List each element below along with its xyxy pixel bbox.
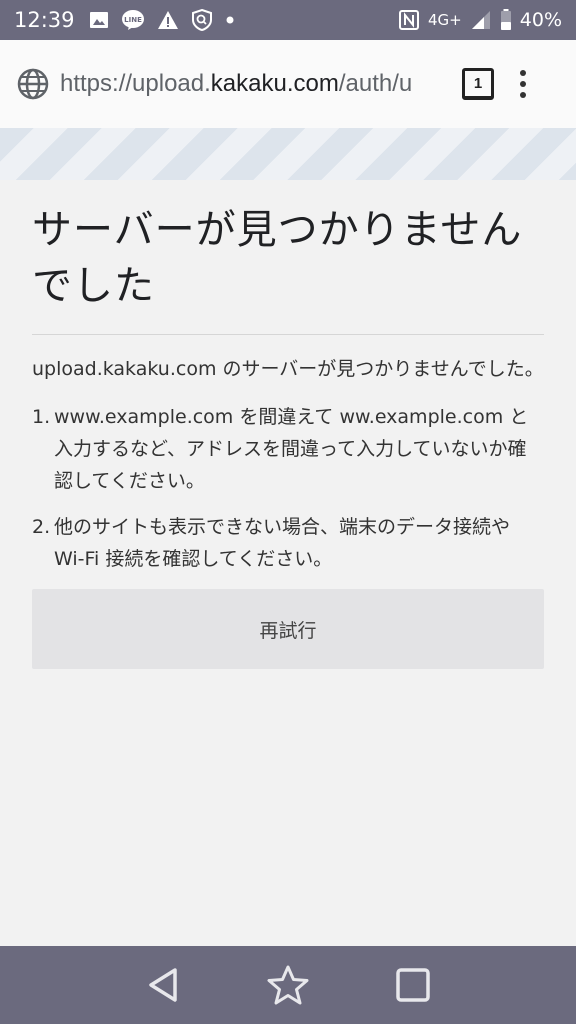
image-icon xyxy=(89,10,109,30)
suggestion-item: 1. www.example.com を間違えて ww.example.com … xyxy=(32,401,544,497)
nfc-icon xyxy=(398,9,420,31)
status-bar: 12:39 LINE 4G+ 40% xyxy=(0,0,576,40)
retry-button[interactable]: 再試行 xyxy=(32,589,544,669)
warning-icon xyxy=(157,10,179,30)
signal-icon xyxy=(470,10,492,30)
error-content: サーバーが見つかりませんでした upload.kakaku.com のサーバーが… xyxy=(0,180,576,669)
back-icon[interactable] xyxy=(133,955,193,1015)
divider xyxy=(32,334,544,335)
url-field[interactable]: https://upload.kakaku.com/auth/u xyxy=(60,70,442,98)
url-suffix: /auth/u xyxy=(338,70,413,97)
tab-count: 1 xyxy=(473,75,483,92)
suggestion-text: 他のサイトも表示できない場合、端末のデータ接続や Wi-Fi 接続を確認してくだ… xyxy=(54,516,511,570)
error-title: サーバーが見つかりませんでした xyxy=(32,207,523,309)
suggestion-item: 2. 他のサイトも表示できない場合、端末のデータ接続や Wi-Fi 接続を確認し… xyxy=(32,511,544,575)
url-domain: kakaku.com xyxy=(210,70,339,97)
line-icon: LINE xyxy=(121,9,145,31)
stripe-banner xyxy=(0,128,576,180)
svg-text:LINE: LINE xyxy=(124,16,142,24)
battery-level: 40% xyxy=(519,9,562,31)
url-prefix: https://upload. xyxy=(60,70,211,97)
battery-icon xyxy=(500,9,512,31)
network-type: 4G+ xyxy=(428,11,462,29)
notification-icons: LINE xyxy=(89,9,235,31)
globe-icon[interactable] xyxy=(16,67,50,101)
browser-toolbar: https://upload.kakaku.com/auth/u 1 xyxy=(0,40,576,128)
dot-icon xyxy=(225,15,235,25)
navigation-bar xyxy=(0,946,576,1024)
suggestion-text: www.example.com を間違えて ww.example.com と入力… xyxy=(54,406,529,492)
suggestion-number: 2. xyxy=(32,516,51,538)
tab-switcher-button[interactable]: 1 xyxy=(462,68,494,100)
status-right: 4G+ 40% xyxy=(398,9,562,31)
error-description: upload.kakaku.com のサーバーが見つかりませんでした。 xyxy=(32,358,544,380)
recents-icon[interactable] xyxy=(383,955,443,1015)
suggestion-number: 1. xyxy=(32,406,51,428)
status-time: 12:39 xyxy=(14,8,75,32)
suggestion-list: 1. www.example.com を間違えて ww.example.com … xyxy=(32,401,544,575)
star-icon[interactable] xyxy=(258,955,318,1015)
overflow-menu-icon[interactable] xyxy=(520,70,526,98)
shield-search-icon xyxy=(191,9,213,31)
